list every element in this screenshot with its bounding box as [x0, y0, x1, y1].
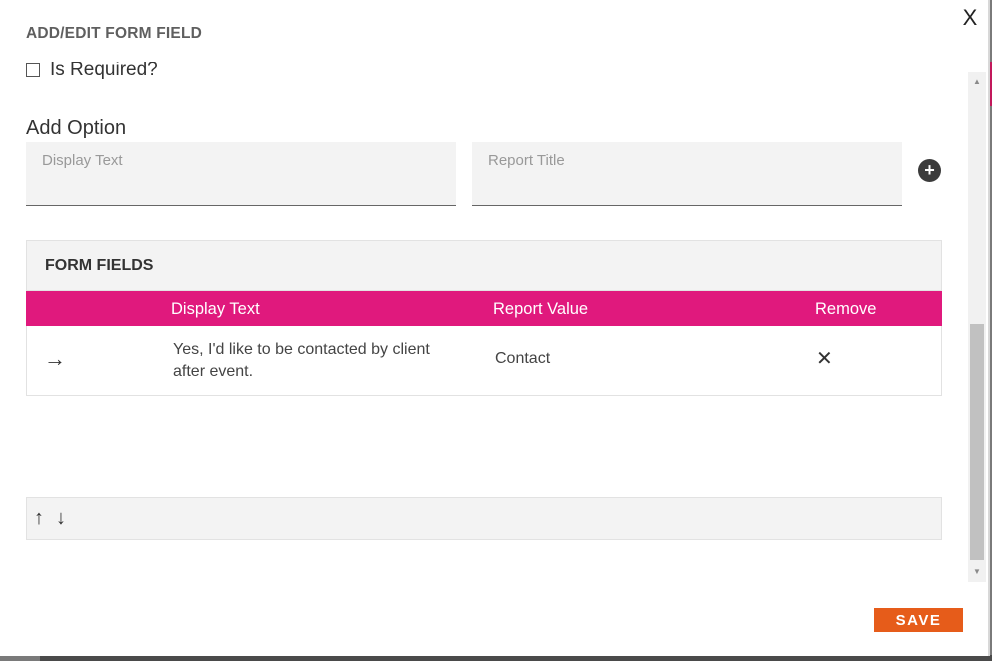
- save-button[interactable]: SAVE: [874, 608, 963, 632]
- form-fields-panel: FORM FIELDS Display Text Report Value Re…: [26, 240, 942, 396]
- sort-toolbar: ↑ ↓: [26, 497, 942, 540]
- is-required-label: Is Required?: [50, 62, 158, 80]
- form-fields-table-header: Display Text Report Value Remove: [26, 291, 942, 326]
- column-header-report-value: Report Value: [493, 300, 589, 318]
- scroll-down-arrow-icon[interactable]: ▼: [968, 564, 986, 580]
- dialog-scroll-content[interactable]: Is Required? Add Option Display Text Rep…: [0, 62, 966, 582]
- scroll-up-arrow-icon[interactable]: ▲: [968, 74, 986, 90]
- is-required-row[interactable]: Is Required?: [26, 62, 158, 82]
- scrollbar-thumb[interactable]: [970, 324, 984, 560]
- report-title-placeholder: Report Title: [488, 152, 565, 169]
- vertical-scrollbar[interactable]: ▲ ▼: [968, 72, 986, 582]
- row-display-text: Yes, I'd like to be contacted by client …: [173, 341, 430, 380]
- is-required-checkbox[interactable]: [26, 63, 40, 77]
- close-button[interactable]: X: [959, 6, 981, 30]
- report-title-field[interactable]: Report Title: [472, 142, 902, 206]
- close-icon[interactable]: ✕: [816, 347, 833, 371]
- display-text-field[interactable]: Display Text: [26, 142, 456, 206]
- row-report-value: Contact: [495, 350, 551, 367]
- plus-circle-icon[interactable]: +: [918, 159, 941, 182]
- arrow-down-icon[interactable]: ↓: [56, 506, 66, 530]
- column-header-remove: Remove: [815, 300, 877, 318]
- add-option-heading: Add Option: [26, 117, 127, 139]
- dialog-title: ADD/EDIT FORM FIELD: [26, 25, 203, 42]
- display-text-placeholder: Display Text: [42, 152, 123, 169]
- arrow-up-icon[interactable]: ↑: [34, 506, 44, 530]
- table-row: → Yes, I'd like to be contacted by clien…: [27, 326, 941, 395]
- form-fields-header: FORM FIELDS: [27, 241, 941, 291]
- form-fields-title: FORM FIELDS: [45, 257, 154, 274]
- add-edit-form-field-dialog: ADD/EDIT FORM FIELD X Is Required? Add O…: [0, 0, 990, 656]
- arrow-right-icon[interactable]: →: [44, 347, 66, 371]
- column-header-display-text: Display Text: [171, 300, 260, 318]
